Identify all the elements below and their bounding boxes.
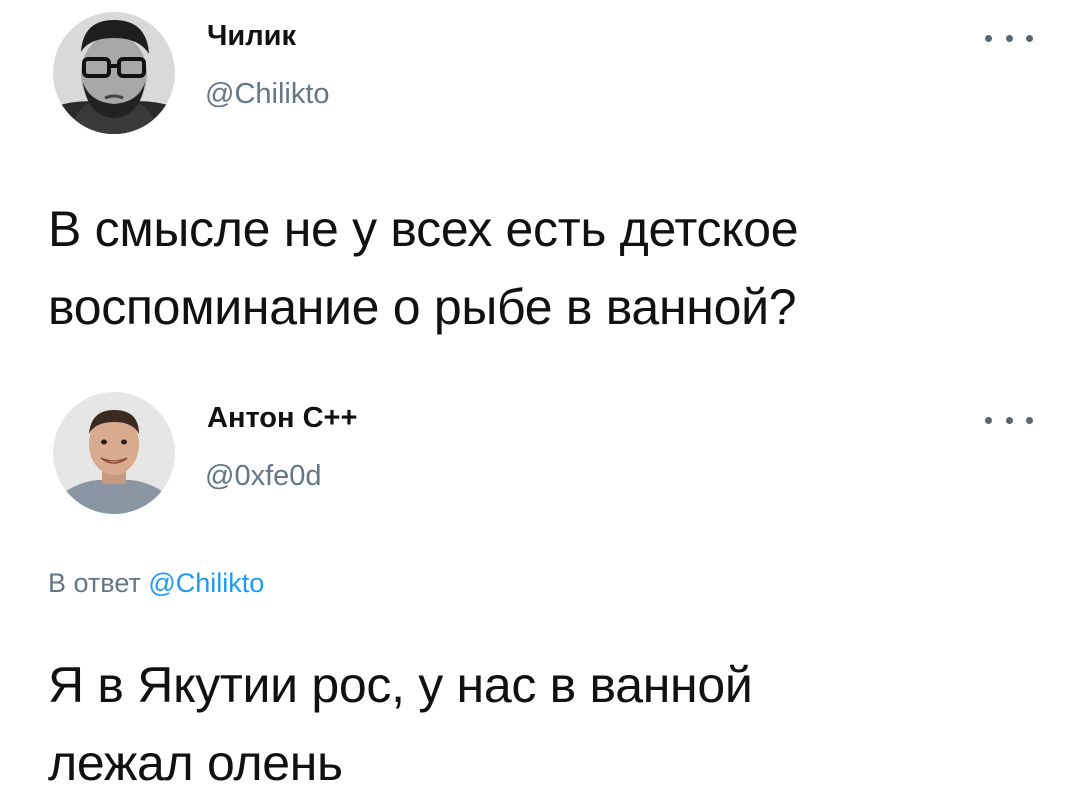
tweet-text-line: лежал олень <box>48 735 343 791</box>
reply-context: В ответ @Chilikto <box>48 568 264 599</box>
reply-mention-link[interactable]: @Chilikto <box>148 568 264 598</box>
author-handle[interactable]: @0xfe0d <box>205 460 322 493</box>
tweet-text: Я в Якутии рос, у нас в ванной лежал оле… <box>48 646 1058 802</box>
tweet-reply: Антон C++ @0xfe0d В ответ @Chilikto Я в … <box>0 0 1080 803</box>
dot-icon <box>1026 416 1033 424</box>
dot-icon <box>985 416 992 424</box>
smiling-man-avatar-icon <box>53 392 175 514</box>
author-name[interactable]: Антон C++ <box>207 402 357 435</box>
more-options-icon[interactable] <box>985 410 1033 430</box>
dot-icon <box>1005 416 1013 424</box>
avatar-anton[interactable] <box>53 392 175 514</box>
tweet-text-line: Я в Якутии рос, у нас в ванной <box>48 657 753 713</box>
reply-prefix: В ответ <box>48 568 141 598</box>
